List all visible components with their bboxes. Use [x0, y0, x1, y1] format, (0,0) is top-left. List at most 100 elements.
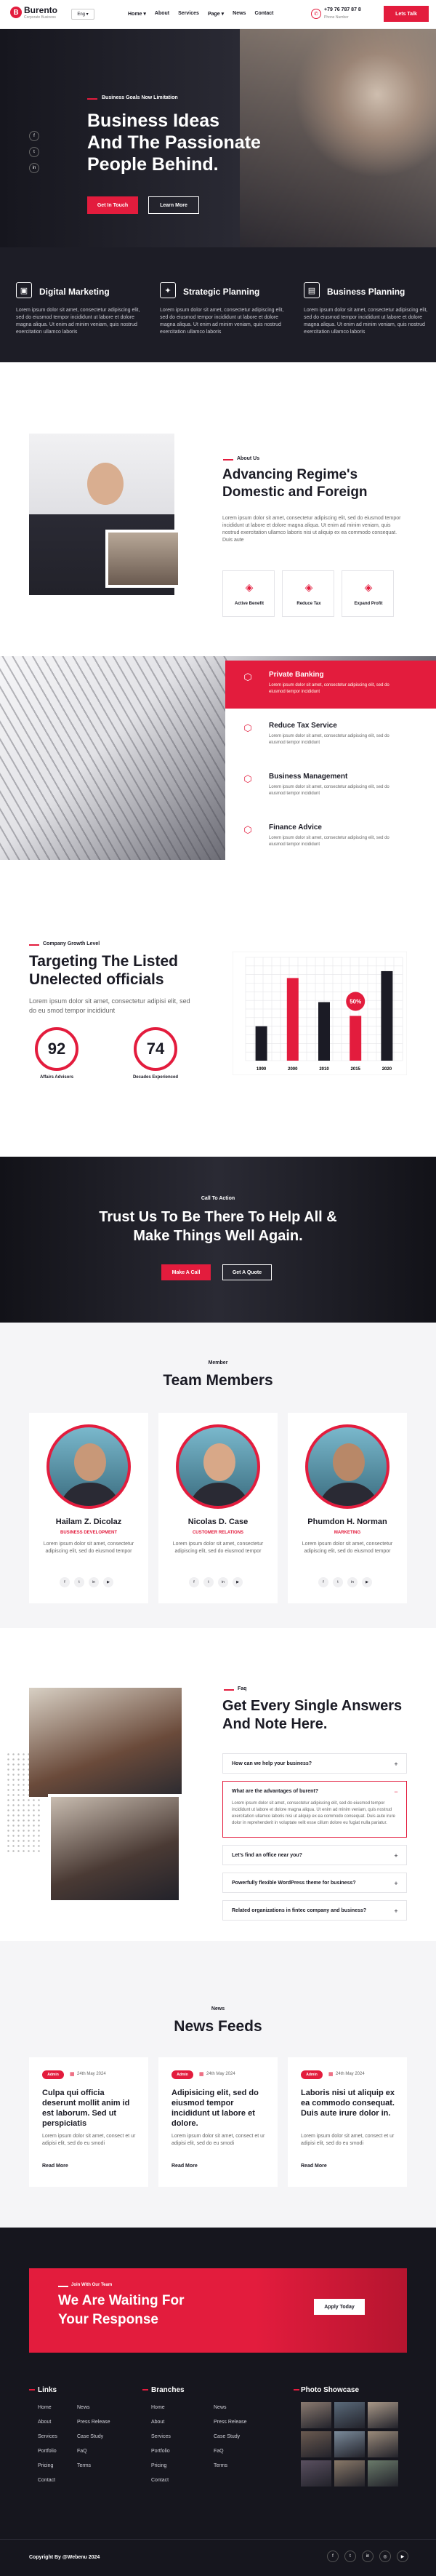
news-title[interactable]: Culpa qui officia deserunt mollit anim i…	[42, 2088, 137, 2129]
team-card[interactable]: Hailam Z. Dicolaz BUSINESS DEVELOPMENT Lor…	[29, 1413, 148, 1603]
nav-item[interactable]: About	[155, 11, 169, 17]
linkedin-icon[interactable]: in	[89, 1577, 99, 1587]
footer-link[interactable]: Case Study	[77, 2434, 110, 2449]
news-card[interactable]: Admin ▦ 24th May 2024 Adipisicing elit, sed…	[158, 2057, 278, 2187]
showcase-photo[interactable]	[368, 2402, 398, 2428]
about-card[interactable]: ◈ Active Benefit	[222, 570, 275, 617]
team-card[interactable]: Nicolas D. Case CUSTOMER RELATIONS Lorem i…	[158, 1413, 278, 1603]
lets-talk-button[interactable]: Lets Talk	[384, 6, 429, 22]
facebook-icon[interactable]: f	[60, 1577, 70, 1587]
footer-link[interactable]: Press Release	[214, 2420, 247, 2434]
service-item[interactable]: ⬡ Reduce Tax Service Lorem ipsum dolor sit…	[225, 711, 436, 759]
linkedin-icon[interactable]: in	[218, 1577, 228, 1587]
youtube-icon[interactable]: ▶	[103, 1577, 113, 1587]
footer-link[interactable]: Home	[38, 2405, 57, 2420]
footer-link[interactable]: Terms	[214, 2463, 247, 2478]
twitter-icon[interactable]: t	[74, 1577, 84, 1587]
about-card[interactable]: ◈ Reduce Tax	[282, 570, 334, 617]
nav-item[interactable]: Services	[178, 11, 199, 17]
facebook-icon[interactable]: f	[327, 2551, 339, 2562]
service-item[interactable]: ⬡ Private Banking Lorem ipsum dolor sit am…	[225, 661, 436, 709]
showcase-photo[interactable]	[301, 2402, 331, 2428]
faq-item[interactable]: Related organizations in fintec company …	[222, 1900, 407, 1921]
phone-number[interactable]: +79 76 787 87 8	[324, 7, 361, 12]
minus-icon[interactable]: −	[392, 1787, 400, 1796]
footer-link[interactable]: Pricing	[38, 2463, 57, 2478]
linkedin-icon[interactable]: in	[347, 1577, 358, 1587]
showcase-photo[interactable]	[334, 2431, 365, 2457]
news-title[interactable]: Laboris nisi ut aliquip ex ea commodo co…	[301, 2088, 395, 2118]
news-badge[interactable]: Admin	[42, 2070, 64, 2079]
showcase-photo[interactable]	[368, 2431, 398, 2457]
youtube-icon[interactable]: ▶	[397, 2551, 408, 2562]
service-item[interactable]: ⬡ Finance Advice Lorem ipsum dolor sit ame…	[225, 813, 436, 861]
language-select[interactable]: Eng ▾	[71, 9, 94, 20]
twitter-icon[interactable]: t	[29, 147, 39, 157]
get-in-touch-button[interactable]: Get In Touch	[87, 196, 138, 214]
news-badge[interactable]: Admin	[171, 2070, 193, 2079]
plus-icon[interactable]: +	[392, 1907, 400, 1915]
faq-item[interactable]: Let's find an office near you? +	[222, 1845, 407, 1865]
service-item[interactable]: ⬡ Business Management Lorem ipsum dolor si…	[225, 762, 436, 810]
twitter-icon[interactable]: t	[344, 2551, 356, 2562]
footer-link[interactable]: Contact	[151, 2478, 171, 2492]
read-more-link[interactable]: Read More	[301, 2164, 327, 2169]
news-card[interactable]: Admin ▦ 24th May 2024 Laboris nisi ut aliqu…	[288, 2057, 407, 2187]
showcase-photo[interactable]	[334, 2402, 365, 2428]
plus-icon[interactable]: +	[392, 1851, 400, 1860]
footer-link[interactable]: Case Study	[214, 2434, 247, 2449]
twitter-icon[interactable]: t	[333, 1577, 343, 1587]
get-a-quote-button[interactable]: Get A Quote	[222, 1264, 272, 1280]
nav-item[interactable]: Contact	[254, 11, 273, 17]
logo-text[interactable]: Burento	[24, 5, 57, 15]
faq-item[interactable]: What are the advantages of burent? − Lorem…	[222, 1781, 407, 1838]
footer-link[interactable]: FaQ	[214, 2449, 247, 2463]
news-title[interactable]: Adipisicing elit, sed do eiusmod tempor …	[171, 2088, 266, 2129]
facebook-icon[interactable]: f	[29, 131, 39, 141]
youtube-icon[interactable]: ▶	[233, 1577, 243, 1587]
footer-link[interactable]: Services	[151, 2434, 171, 2449]
showcase-photo[interactable]	[368, 2460, 398, 2487]
twitter-icon[interactable]: t	[203, 1577, 214, 1587]
nav-item[interactable]: Home ▾	[128, 11, 146, 17]
faq-item[interactable]: How can we help your business? +	[222, 1753, 407, 1774]
footer-link[interactable]: Pricing	[151, 2463, 171, 2478]
showcase-photo[interactable]	[301, 2460, 331, 2487]
faq-item[interactable]: Powerfully flexible WordPress theme for …	[222, 1873, 407, 1893]
plus-icon[interactable]: +	[392, 1879, 400, 1888]
footer-link[interactable]: About	[151, 2420, 171, 2434]
footer-link[interactable]: News	[77, 2405, 110, 2420]
footer-link[interactable]: About	[38, 2420, 57, 2434]
faq-question: Related organizations in fintec company …	[232, 1908, 367, 1913]
showcase-photo[interactable]	[334, 2460, 365, 2487]
facebook-icon[interactable]: f	[318, 1577, 328, 1587]
footer-link[interactable]: Home	[151, 2405, 171, 2420]
showcase-photo[interactable]	[301, 2431, 331, 2457]
news-badge[interactable]: Admin	[301, 2070, 323, 2079]
plus-icon[interactable]: +	[392, 1760, 400, 1768]
news-card[interactable]: Admin ▦ 24th May 2024 Culpa qui officia des…	[29, 2057, 148, 2187]
facebook-icon[interactable]: f	[189, 1577, 199, 1587]
apply-today-button[interactable]: Apply Today	[314, 2299, 365, 2315]
about-card[interactable]: ◈ Expand Profit	[342, 570, 394, 617]
learn-more-button[interactable]: Learn More	[148, 196, 199, 214]
nav-item[interactable]: News	[233, 11, 246, 17]
make-a-call-button[interactable]: Make A Call	[161, 1264, 211, 1280]
linkedin-icon[interactable]: in	[362, 2551, 374, 2562]
footer-link[interactable]: Portfolio	[151, 2449, 171, 2463]
team-card[interactable]: Phumdon H. Norman MARKETING Lorem ipsum do…	[288, 1413, 407, 1603]
youtube-icon[interactable]: ▶	[362, 1577, 372, 1587]
footer-link[interactable]: Press Release	[77, 2420, 110, 2434]
footer-link[interactable]: Contact	[38, 2478, 57, 2492]
linkedin-icon[interactable]: in	[29, 163, 39, 173]
chart-tick-label: 2000	[288, 1067, 298, 1072]
footer-link[interactable]: Services	[38, 2434, 57, 2449]
read-more-link[interactable]: Read More	[171, 2164, 198, 2169]
read-more-link[interactable]: Read More	[42, 2164, 68, 2169]
footer-link[interactable]: Terms	[77, 2463, 110, 2478]
footer-link[interactable]: Portfolio	[38, 2449, 57, 2463]
instagram-icon[interactable]: ◎	[379, 2551, 391, 2562]
footer-link[interactable]: FaQ	[77, 2449, 110, 2463]
nav-item[interactable]: Page ▾	[208, 11, 224, 17]
footer-link[interactable]: News	[214, 2405, 247, 2420]
